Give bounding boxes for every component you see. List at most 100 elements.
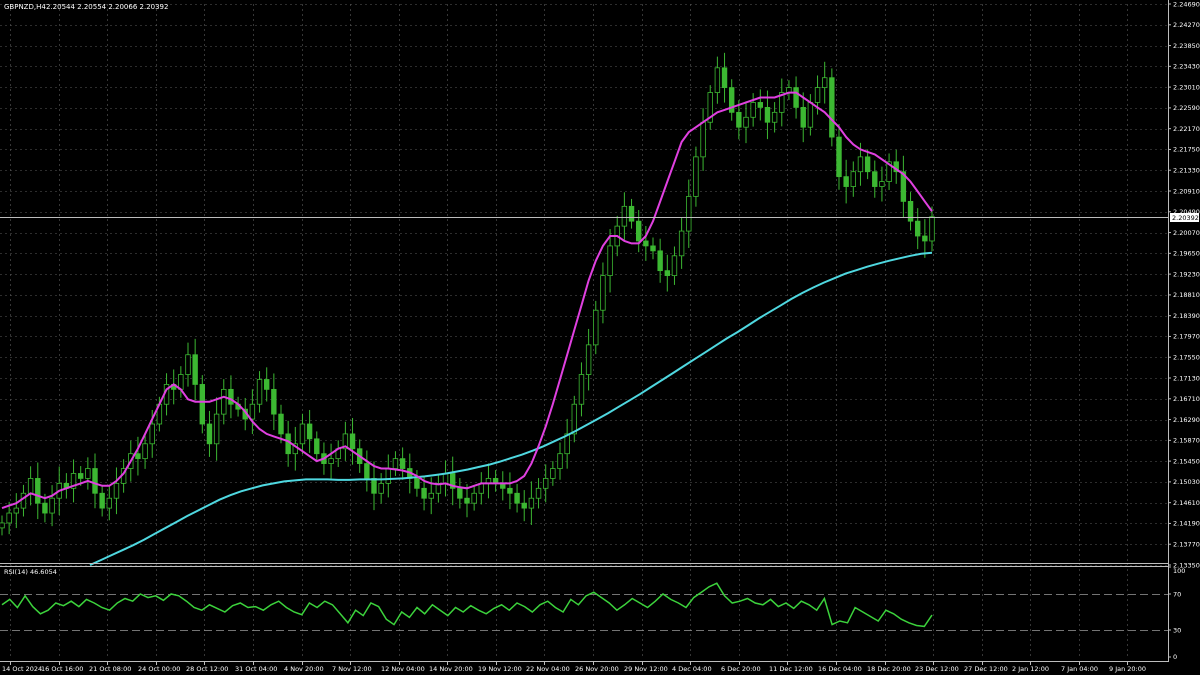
time-tick-label: 16 Oct 16:00: [41, 665, 83, 673]
candle-body: [850, 171, 857, 187]
candle-body: [392, 458, 399, 469]
candle-body: [693, 156, 699, 197]
price-tick-label: 2.20910: [1173, 187, 1200, 195]
candle-body: [507, 487, 513, 494]
candle-body: [571, 403, 578, 435]
price-tick-label: 2.24690: [1173, 0, 1200, 8]
candle-body: [864, 156, 871, 173]
trading-chart[interactable]: GBPNZD,H4 2.20544 2.20554 2.20066 2.2039…: [0, 0, 1200, 675]
candle-body: [600, 275, 606, 311]
candle-body: [199, 384, 206, 425]
price-tick-label: 2.16290: [1173, 416, 1200, 424]
price-tick-label: 2.20070: [1173, 229, 1200, 237]
candle-body: [414, 478, 420, 489]
chart-background: [0, 0, 1200, 675]
candle-body: [829, 77, 835, 138]
candle-body: [578, 374, 585, 405]
ohlc-label: 2.20544 2.20554 2.20066 2.20392: [46, 3, 168, 11]
time-tick-label: 4 Dec 04:00: [672, 665, 712, 673]
candle-body: [464, 497, 470, 504]
candle-body: [593, 309, 599, 346]
candle-body: [664, 270, 671, 276]
candle-body: [349, 433, 356, 450]
price-tick-label: 2.24270: [1173, 21, 1200, 29]
candle-body: [585, 344, 592, 375]
price-tick-label: 2.19650: [1173, 250, 1200, 258]
candle-body: [800, 106, 806, 128]
candle-body: [106, 497, 113, 509]
candle-body: [249, 403, 256, 420]
rsi-tick-label: 30: [1173, 626, 1181, 634]
candle-body: [421, 487, 427, 499]
candle-body: [750, 102, 756, 118]
candle-body: [607, 245, 613, 276]
time-tick-label: 22 Nov 04:00: [526, 665, 570, 673]
candle-body: [821, 77, 828, 89]
candle-body: [364, 463, 370, 479]
time-tick-label: 14 Oct 2024: [2, 665, 42, 673]
time-tick-label: 27 Dec 12:00: [964, 665, 1008, 673]
time-tick-label: 28 Oct 12:00: [186, 665, 228, 673]
rsi-tick-label: 100: [1173, 567, 1185, 575]
candle-body: [314, 438, 320, 455]
time-tick-label: 26 Nov 20:00: [575, 665, 619, 673]
time-tick-label: 7 Nov 12:00: [332, 665, 372, 673]
time-tick-label: 12 Nov 04:00: [381, 665, 425, 673]
candle-body: [843, 176, 849, 187]
candle-body: [714, 67, 721, 93]
candle-body: [213, 413, 220, 445]
candle-body: [550, 468, 556, 479]
price-tick-label: 2.23430: [1173, 63, 1200, 71]
candle-body: [922, 235, 928, 242]
symbol-label: GBPNZD,H4: [4, 3, 46, 11]
price-tick-label: 2.15870: [1173, 437, 1200, 445]
candle-body: [771, 111, 778, 123]
time-tick-label: 24 Oct 00:00: [138, 665, 180, 673]
candle-body: [306, 423, 313, 440]
candle-body: [557, 453, 563, 469]
candle-body: [836, 136, 842, 178]
candle-body: [879, 181, 885, 187]
candle-body: [914, 220, 921, 237]
candle-body: [721, 67, 728, 89]
time-tick-label: 2 Jan 12:00: [1012, 665, 1049, 673]
price-tick-label: 2.18390: [1173, 312, 1200, 320]
time-tick-label: 6 Dec 20:00: [721, 665, 761, 673]
candle-body: [528, 497, 535, 509]
candle-body: [42, 502, 48, 514]
candle-body: [35, 478, 41, 504]
time-tick-label: 29 Nov 12:00: [624, 665, 668, 673]
candle-body: [542, 478, 549, 489]
candle-body: [192, 354, 198, 385]
price-tick-label: 2.16710: [1173, 395, 1200, 403]
candle-body: [621, 205, 628, 227]
candle-body: [142, 443, 148, 460]
price-tick-label: 2.14190: [1173, 520, 1200, 528]
candle-body: [428, 492, 434, 499]
price-tick-label: 2.18810: [1173, 291, 1200, 299]
candle-body: [535, 487, 542, 499]
price-tick-label: 2.13770: [1173, 541, 1200, 549]
candle-body: [149, 423, 155, 445]
candle-body: [399, 458, 406, 469]
candle-body: [285, 433, 291, 455]
candle-body: [228, 388, 234, 405]
candle-body: [764, 106, 771, 123]
candle-body: [271, 388, 277, 415]
candle-body: [77, 473, 84, 479]
price-tick-label: 2.22170: [1173, 125, 1200, 133]
candle-body: [0, 522, 5, 529]
price-tick-label: 2.17550: [1173, 354, 1200, 362]
candle-body: [299, 423, 306, 445]
candle-body: [92, 468, 98, 494]
price-tick-label: 2.17130: [1173, 374, 1200, 382]
time-tick-label: 18 Dec 20:00: [867, 665, 911, 673]
candle-body: [221, 388, 227, 415]
candle-body: [872, 171, 878, 187]
time-tick-label: 21 Oct 08:00: [89, 665, 131, 673]
candle-body: [135, 453, 141, 460]
candle-body: [442, 473, 449, 484]
time-tick-label: 11 Dec 12:00: [769, 665, 813, 673]
candle-body: [99, 492, 105, 509]
current-price-tag: 2.20392: [1170, 213, 1199, 222]
